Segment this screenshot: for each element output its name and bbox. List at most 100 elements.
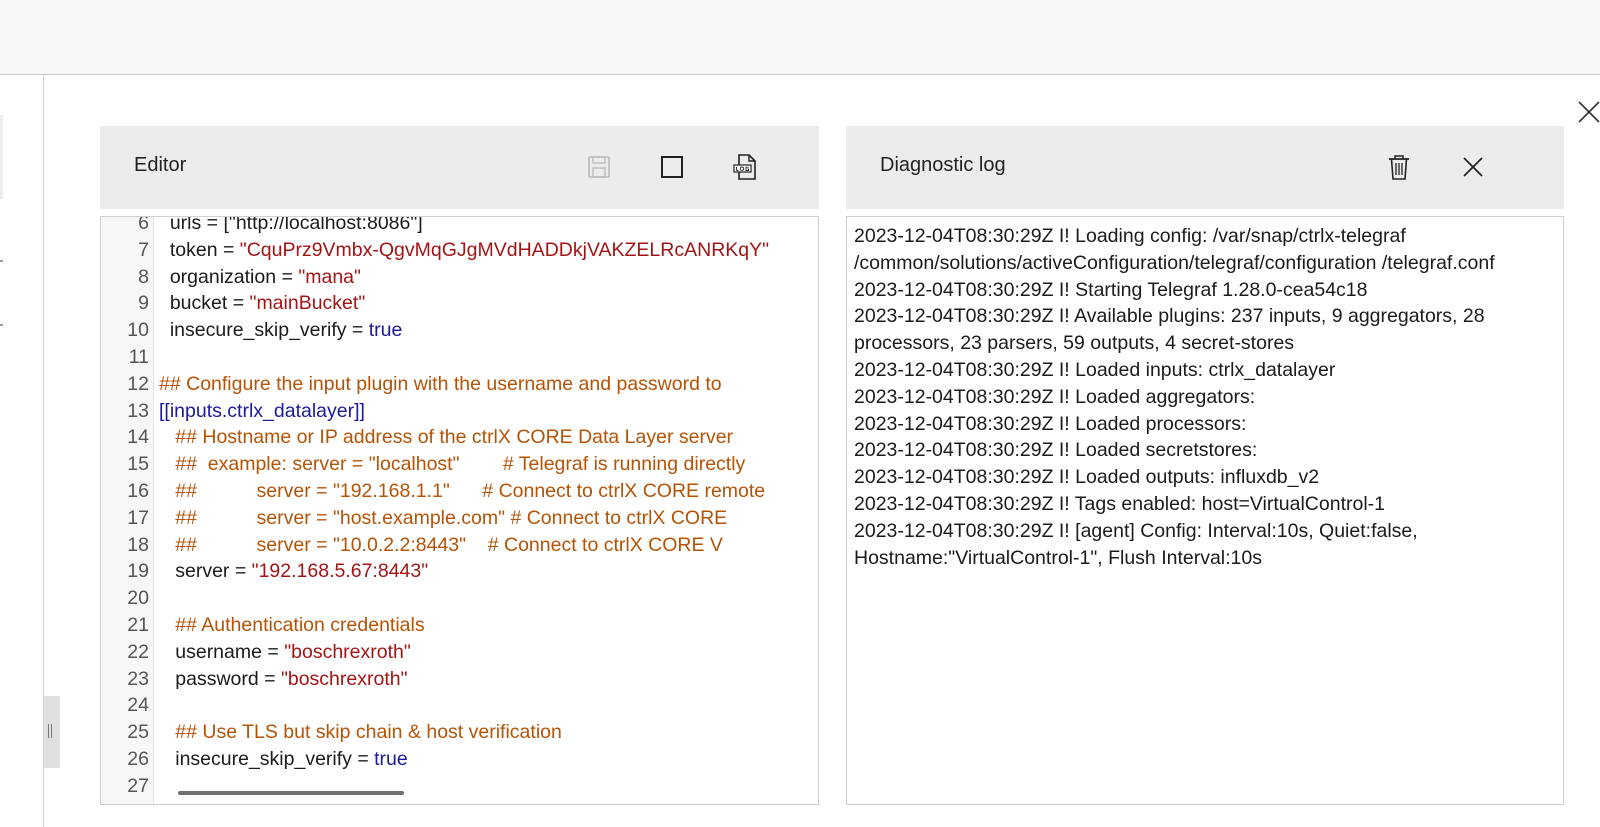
code-line[interactable]: 23 password = "boschrexroth" [101, 666, 818, 693]
code-line[interactable]: 27 [101, 773, 818, 800]
line-number: 24 [127, 694, 149, 717]
log-entry: 2023-12-04T08:30:29Z I! Starting Telegra… [854, 278, 1368, 301]
rail-marker [0, 324, 3, 326]
line-number: 6 [138, 216, 149, 234]
code-token: true [374, 747, 408, 770]
close-dialog-button[interactable] [1576, 99, 1600, 125]
code-token: ## server = "host.example.com" # Connect… [159, 506, 728, 529]
rail-marker [0, 260, 3, 262]
line-number: 23 [127, 667, 149, 690]
save-button[interactable] [584, 152, 614, 182]
code-token: ## Hostname or IP address of the ctrlX C… [159, 426, 734, 449]
code-text: ## server = "10.0.2.2:8443" # Connect to… [159, 532, 723, 559]
code-token: "192.168.5.67:8443" [251, 560, 429, 583]
show-log-button[interactable] [730, 152, 760, 182]
code-text: ## Timeout for HTTP requests. (default: … [159, 800, 574, 804]
line-number: 12 [127, 372, 149, 395]
close-icon [1578, 101, 1600, 123]
line-number: 26 [127, 747, 149, 770]
code-token: password = [159, 667, 281, 690]
code-text: password = "boschrexroth" [159, 666, 407, 693]
code-line[interactable]: 15 ## example: server = "localhost" # Te… [101, 451, 818, 478]
line-number: 11 [128, 345, 149, 368]
line-number: 17 [127, 506, 149, 529]
close-icon [1463, 157, 1483, 177]
log-entry: 2023-12-04T08:30:29Z I! Loaded aggregato… [854, 385, 1256, 408]
code-line[interactable]: 26 insecure_skip_verify = true [101, 746, 818, 773]
code-line[interactable]: 11 [101, 344, 818, 371]
code-text: username = "boschrexroth" [159, 639, 411, 666]
line-number: 20 [127, 587, 149, 610]
diagnostic-log-header: Diagnostic log [846, 126, 1564, 209]
log-icon [733, 154, 756, 180]
line-number: 28 [101, 800, 149, 804]
diagnostic-log-view[interactable]: 2023-12-04T08:30:29Z I! Loading config: … [846, 216, 1564, 805]
code-line[interactable]: 8 organization = "mana" [101, 264, 818, 291]
code-text: ## Authentication credentials [159, 612, 425, 639]
code-token: ## server = "192.168.1.1" # Connect to c… [159, 479, 766, 502]
code-token: "CquPrz9Vmbx-QgvMqGJgMVdHADDkjVAKZELRcAN… [239, 238, 770, 261]
code-token: organization = [159, 265, 299, 288]
editor-header: Editor [100, 126, 819, 209]
code-token: ## example: server = "localhost" # Teleg… [159, 453, 746, 476]
code-token: bucket = [159, 292, 250, 315]
log-entry: 2023-12-04T08:30:29Z I! Loaded processor… [854, 412, 1247, 435]
code-token: urls = ["http://localhost:8086"] [159, 216, 423, 234]
clear-log-button[interactable] [1384, 152, 1414, 182]
top-bar [0, 0, 1600, 75]
line-number: 13 [127, 399, 149, 422]
code-line[interactable]: 19 server = "192.168.5.67:8443" [101, 558, 818, 585]
code-line[interactable]: 14 ## Hostname or IP address of the ctrl… [101, 424, 818, 451]
code-text: ## server = "192.168.1.1" # Connect to c… [159, 478, 765, 505]
code-token: ## Configure the input plugin with the u… [159, 372, 722, 395]
panel-resize-handle[interactable] [44, 696, 60, 768]
code-line[interactable]: 17 ## server = "host.example.com" # Conn… [101, 505, 818, 532]
code-line[interactable]: 10 insecure_skip_verify = true [101, 317, 818, 344]
code-line[interactable]: 7 token = "CquPrz9Vmbx-QgvMqGJgMVdHADDkj… [101, 237, 818, 264]
line-number: 7 [138, 238, 149, 261]
code-text: [[inputs.ctrlx_datalayer]] [159, 398, 365, 425]
code-line[interactable]: 24 [101, 692, 818, 719]
line-number: 15 [127, 453, 149, 476]
horizontal-scrollbar[interactable] [178, 791, 404, 795]
code-line[interactable]: 21 ## Authentication credentials [101, 612, 818, 639]
code-line[interactable]: 16 ## server = "192.168.1.1" # Connect t… [101, 478, 818, 505]
log-entry: 2023-12-04T08:30:29Z I! Loading config: … [854, 225, 1495, 274]
code-token: insecure_skip_verify = [159, 319, 369, 342]
log-entry: 2023-12-04T08:30:29Z I! Loaded secretsto… [854, 439, 1258, 462]
code-lines[interactable]: 6 urls = ["http://localhost:8086"] 7 toke… [101, 216, 818, 804]
code-token: token = [159, 238, 240, 261]
code-line[interactable]: 9 bucket = "mainBucket" [101, 290, 818, 317]
left-rail [0, 75, 44, 827]
code-line[interactable]: 20 [101, 585, 818, 612]
code-text: ## Hostname or IP address of the ctrlX C… [159, 424, 733, 451]
code-token: true [368, 319, 403, 342]
code-line[interactable]: 13 [[inputs.ctrlx_datalayer]] [101, 398, 818, 425]
line-number: 14 [127, 426, 149, 449]
code-line[interactable]: 18 ## server = "10.0.2.2:8443" # Connect… [101, 532, 818, 559]
line-number: 9 [138, 292, 149, 315]
code-token: ## Authentication credentials [159, 613, 425, 636]
code-line[interactable]: 12 ## Configure the input plugin with the… [101, 371, 818, 398]
diagnostic-log-title: Diagnostic log [880, 154, 1006, 176]
code-text: insecure_skip_verify = true [159, 746, 408, 773]
line-number: 25 [127, 721, 149, 744]
code-text: server = "192.168.5.67:8443" [159, 558, 428, 585]
code-line[interactable]: 22 username = "boschrexroth" [101, 639, 818, 666]
log-entry: 2023-12-04T08:30:29Z I! Loaded outputs: … [854, 466, 1320, 489]
code-token: "boschrexroth" [284, 640, 411, 663]
code-line[interactable]: 25 ## Use TLS but skip chain & host veri… [101, 719, 818, 746]
code-line[interactable]: 6 urls = ["http://localhost:8086"] [101, 216, 818, 237]
code-text: urls = ["http://localhost:8086"] [159, 216, 423, 237]
code-text: bucket = "mainBucket" [159, 290, 365, 317]
code-text: ## example: server = "localhost" # Teleg… [159, 451, 745, 478]
code-text: ## Configure the input plugin with the u… [159, 371, 722, 398]
code-text: token = "CquPrz9Vmbx-QgvMqGJgMVdHADDkjVA… [159, 237, 769, 264]
code-line[interactable]: 28 ## Timeout for HTTP requests. (defaul… [101, 800, 818, 804]
code-editor[interactable]: 6 urls = ["http://localhost:8086"] 7 toke… [100, 216, 819, 805]
trash-icon [1389, 155, 1409, 180]
close-log-button[interactable] [1458, 152, 1488, 182]
editor-title: Editor [134, 154, 187, 176]
maximize-button[interactable] [657, 152, 687, 182]
log-entries: 2023-12-04T08:30:29Z I! Loading config: … [854, 223, 1554, 571]
